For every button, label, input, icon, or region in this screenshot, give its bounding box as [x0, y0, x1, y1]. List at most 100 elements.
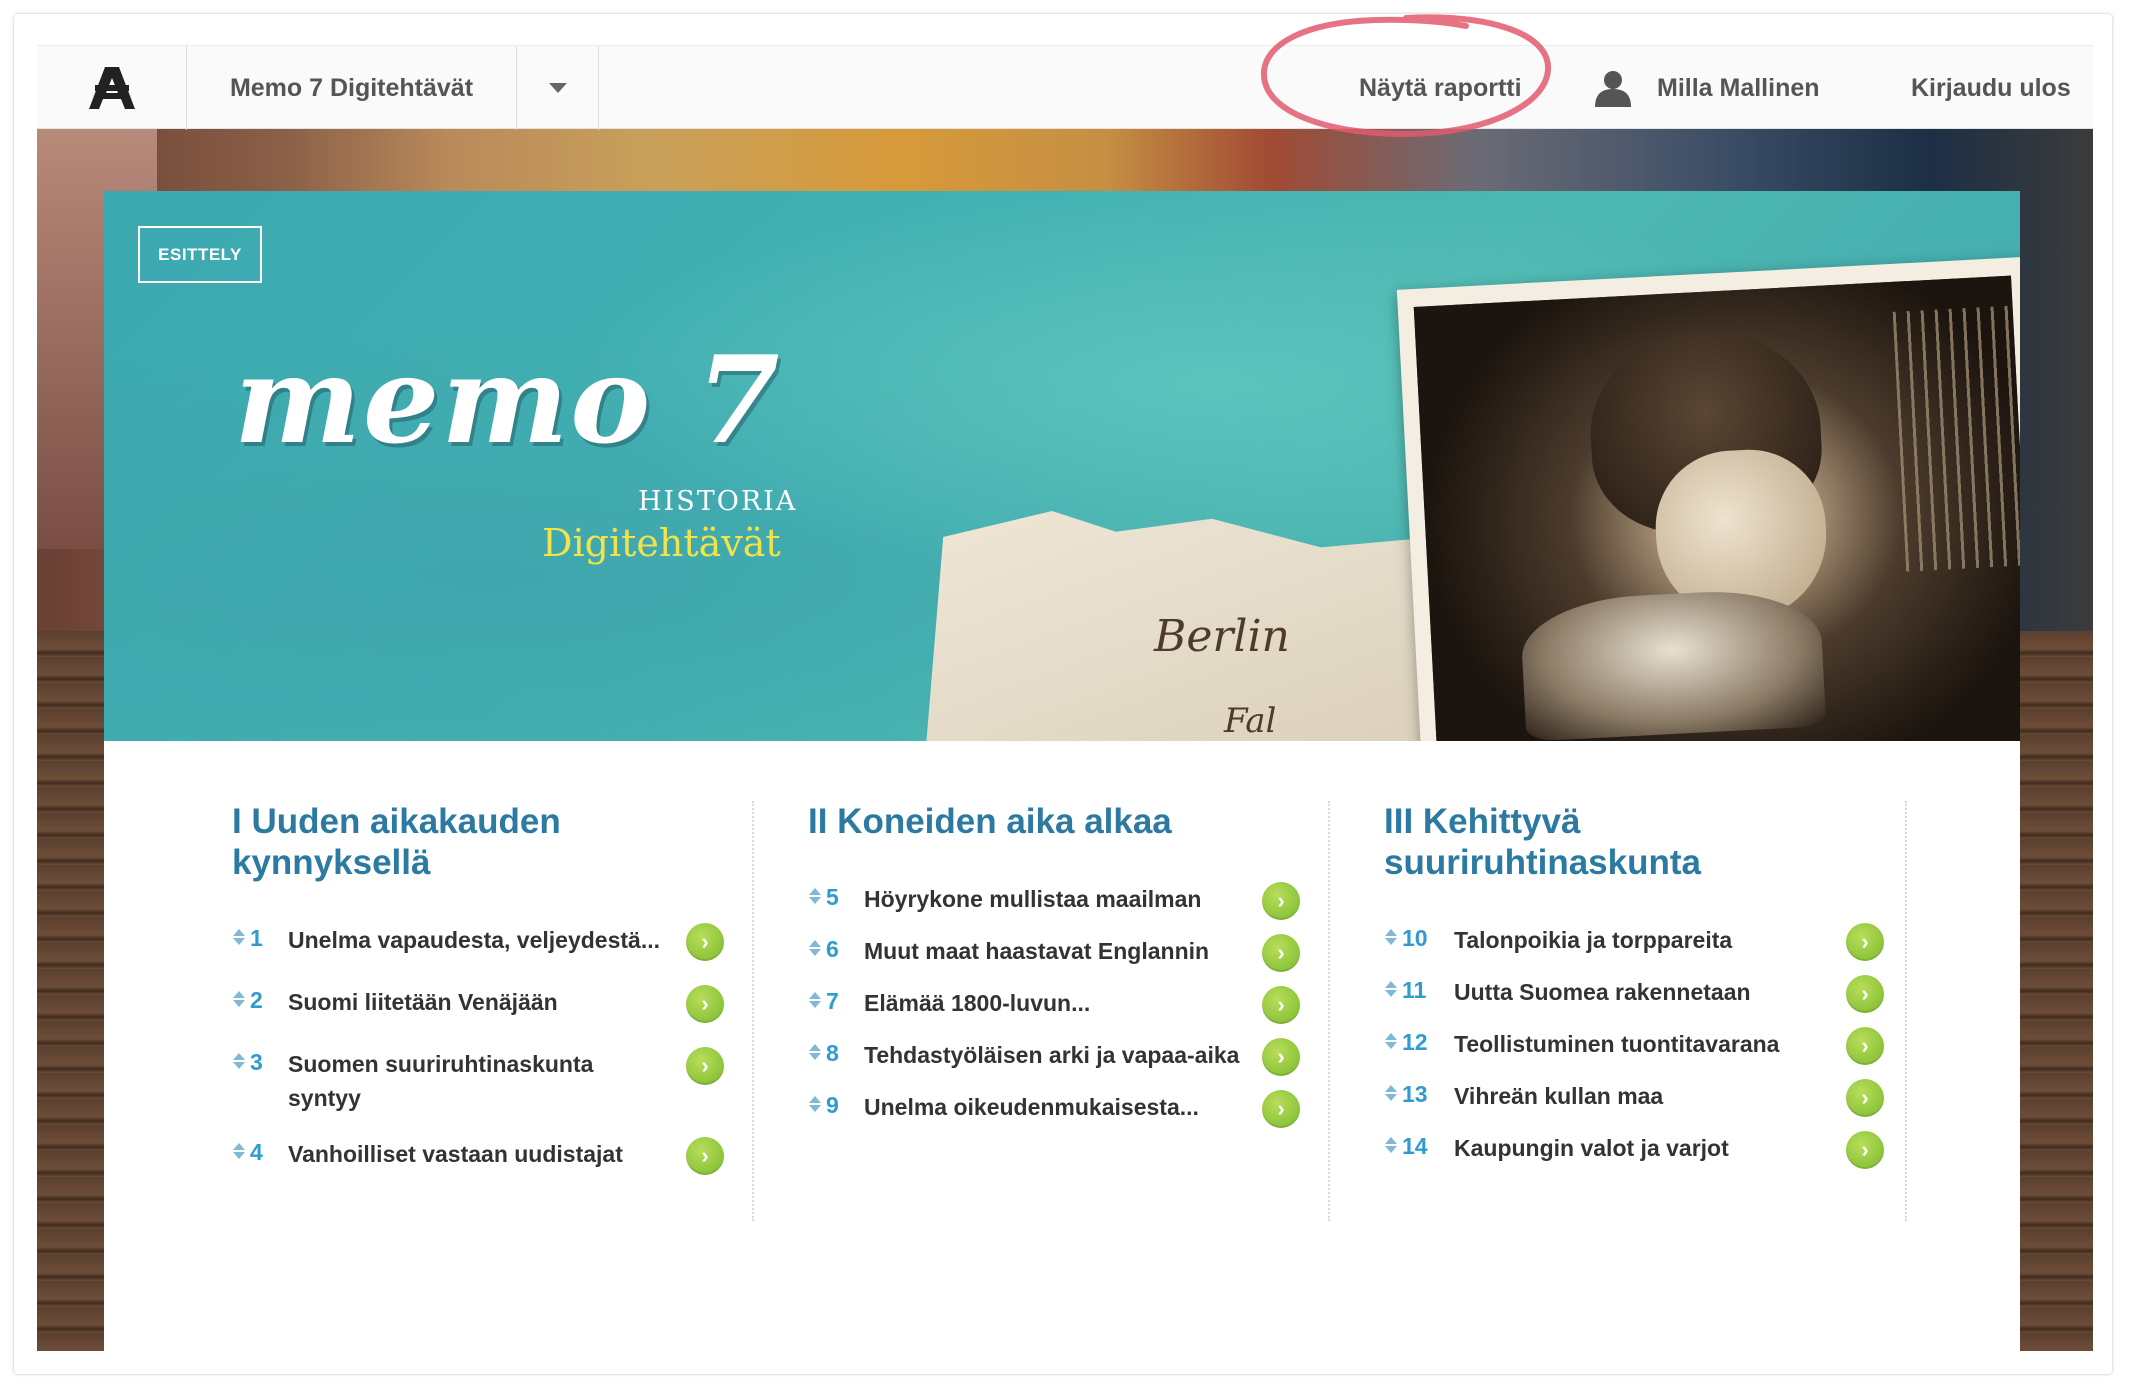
section-title: I Uuden aikakauden kynnyksellä [232, 802, 561, 882]
intro-badge-button[interactable]: ESITTELY [138, 226, 262, 283]
chapter-item[interactable]: 5 Höyrykone mullistaa maailman › [808, 882, 1300, 922]
photo-detail [1892, 305, 2020, 572]
reorder-icon[interactable] [808, 940, 822, 956]
chapter-item[interactable]: 14 Kaupungin valot ja varjot › [1384, 1131, 1884, 1171]
chapter-link[interactable]: Unelma vapaudesta, veljeydestä... [288, 923, 686, 957]
user-name: Milla Mallinen [1657, 73, 1820, 102]
chapter-link[interactable]: Höyrykone mullistaa maailman [864, 882, 1262, 916]
chapter-link[interactable]: Teollistuminen tuontitavarana [1454, 1027, 1846, 1061]
chapter-link[interactable]: Elämää 1800-luvun... [864, 986, 1262, 1020]
chapter-number: 6 [826, 936, 839, 962]
column-divider [1905, 801, 1907, 1221]
chapter-item[interactable]: 10 Talonpoikia ja torppareita › [1384, 923, 1884, 963]
chapter-number: 8 [826, 1040, 839, 1066]
go-arrow-button[interactable]: › [686, 923, 724, 961]
reorder-icon[interactable] [808, 1096, 822, 1112]
reorder-icon[interactable] [1384, 1033, 1398, 1049]
publisher-logo-button[interactable] [37, 46, 187, 130]
chapter-number: 14 [1402, 1133, 1428, 1159]
chapter-list: I Uuden aikakauden kynnyksellä 1 Unelma … [104, 741, 2020, 1351]
chapter-number: 4 [250, 1139, 263, 1165]
chapter-link[interactable]: Vihreän kullan maa [1454, 1079, 1846, 1113]
logo-product: Digitehtävät [542, 521, 781, 565]
reorder-icon[interactable] [808, 888, 822, 904]
chapter-column-3: III Kehittyvä suuriruhtinaskunta 10 Talo… [1384, 801, 1884, 1193]
chevron-down-icon [548, 83, 567, 93]
reorder-icon[interactable] [232, 1143, 246, 1159]
course-dropdown-button[interactable] [517, 46, 599, 130]
go-arrow-button[interactable]: › [1846, 1131, 1884, 1169]
chapter-item[interactable]: 6 Muut maat haastavat Englannin › [808, 934, 1300, 974]
publisher-logo-icon [88, 67, 135, 109]
reorder-icon[interactable] [1384, 929, 1398, 945]
go-arrow-button[interactable]: › [1846, 1027, 1884, 1065]
chapter-item[interactable]: 1 Unelma vapaudesta, veljeydestä... › [232, 923, 724, 963]
chapter-item[interactable]: 13 Vihreän kullan maa › [1384, 1079, 1884, 1119]
show-report-link[interactable]: Näytä raportti [1359, 46, 1522, 130]
historical-photo [1396, 256, 2020, 741]
reorder-icon[interactable] [808, 1044, 822, 1060]
chapter-item[interactable]: 2 Suomi liitetään Venäjään › [232, 985, 724, 1025]
reorder-icon[interactable] [1384, 981, 1398, 997]
chapter-link[interactable]: Suomi liitetään Venäjään [288, 985, 686, 1019]
go-arrow-button[interactable]: › [1846, 975, 1884, 1013]
chapter-column-1: I Uuden aikakauden kynnyksellä 1 Unelma … [232, 801, 724, 1199]
column-divider [752, 801, 754, 1221]
go-arrow-button[interactable]: › [686, 1047, 724, 1085]
chapter-link[interactable]: Tehdastyöläisen arki ja vapaa-aika [864, 1038, 1262, 1072]
chapter-number: 13 [1402, 1081, 1428, 1107]
chapter-number: 3 [250, 1049, 263, 1075]
go-arrow-button[interactable]: › [686, 1137, 724, 1175]
chapter-link[interactable]: Suomen suuriruhtinaskunta syntyy [288, 1047, 686, 1115]
go-arrow-button[interactable]: › [1262, 1090, 1300, 1128]
chapter-link[interactable]: Uutta Suomea rakennetaan [1454, 975, 1846, 1009]
chapter-item[interactable]: 8 Tehdastyöläisen arki ja vapaa-aika › [808, 1038, 1300, 1078]
chapter-number: 10 [1402, 925, 1428, 951]
go-arrow-button[interactable]: › [686, 985, 724, 1023]
user-profile-link[interactable]: Milla Mallinen [1593, 46, 1820, 130]
go-arrow-button[interactable]: › [1262, 882, 1300, 920]
letter-scribble: Berlin [1154, 611, 1290, 662]
go-arrow-button[interactable]: › [1262, 986, 1300, 1024]
chapter-item[interactable]: 11 Uutta Suomea rakennetaan › [1384, 975, 1884, 1015]
chapter-link[interactable]: Kaupungin valot ja varjot [1454, 1131, 1846, 1165]
chapter-column-2: II Koneiden aika alkaa 5 Höyrykone mulli… [808, 801, 1300, 1152]
chapter-number: 9 [826, 1092, 839, 1118]
main-panel: ESITTELY memo 7 HISTORIA Digitehtävät Be… [104, 191, 2020, 1351]
historical-photo-image [1413, 275, 2020, 741]
section-title: II Koneiden aika alkaa [808, 802, 1172, 841]
chapter-link[interactable]: Unelma oikeudenmukaisesta... [864, 1090, 1262, 1124]
chapter-item[interactable]: 3 Suomen suuriruhtinaskunta syntyy › [232, 1047, 724, 1115]
go-arrow-button[interactable]: › [1262, 1038, 1300, 1076]
reorder-icon[interactable] [232, 929, 246, 945]
column-divider [1328, 801, 1330, 1221]
user-icon [1595, 71, 1631, 107]
go-arrow-button[interactable]: › [1846, 1079, 1884, 1117]
logout-link[interactable]: Kirjaudu ulos [1911, 46, 2071, 130]
reorder-icon[interactable] [808, 992, 822, 1008]
photo-detail [1519, 586, 1827, 741]
reorder-icon[interactable] [1384, 1137, 1398, 1153]
chapter-link[interactable]: Talonpoikia ja torppareita [1454, 923, 1846, 957]
memo-logo-text: memo 7 [234, 330, 782, 471]
go-arrow-button[interactable]: › [1846, 923, 1884, 961]
chapter-link[interactable]: Muut maat haastavat Englannin [864, 934, 1262, 968]
chapter-number: 2 [250, 987, 263, 1013]
logo-subject: HISTORIA [638, 486, 798, 517]
app-title-button[interactable]: Memo 7 Digitehtävät [187, 46, 517, 130]
chapter-number: 12 [1402, 1029, 1428, 1055]
chapter-item[interactable]: 9 Unelma oikeudenmukaisesta... › [808, 1090, 1300, 1130]
go-arrow-button[interactable]: › [1262, 934, 1300, 972]
chapter-number: 11 [1402, 977, 1427, 1003]
chapter-item[interactable]: 12 Teollistuminen tuontitavarana › [1384, 1027, 1884, 1067]
chapter-link[interactable]: Vanhoilliset vastaan uudistajat [288, 1137, 686, 1171]
chapter-item[interactable]: 4 Vanhoilliset vastaan uudistajat › [232, 1137, 724, 1177]
chapter-number: 7 [826, 988, 839, 1014]
reorder-icon[interactable] [1384, 1085, 1398, 1101]
chapter-number: 5 [826, 884, 839, 910]
section-title: III Kehittyvä suuriruhtinaskunta [1384, 802, 1701, 882]
letter-scribble: Fal [1224, 701, 1277, 741]
reorder-icon[interactable] [232, 991, 246, 1007]
chapter-item[interactable]: 7 Elämää 1800-luvun... › [808, 986, 1300, 1026]
reorder-icon[interactable] [232, 1053, 246, 1069]
